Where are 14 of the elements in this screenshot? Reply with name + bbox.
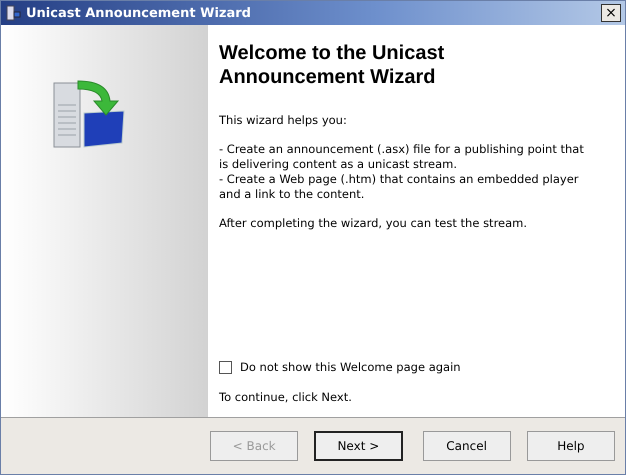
wizard-button[interactable]: Next > bbox=[314, 431, 403, 461]
bullet-text: - Create an announcement (.asx) file for a publishing point that is delivering content as a unicast stream. bbox=[219, 142, 585, 172]
bullet-text: - Create a Web page (.htm) that contains an embedded player and a link to the content. bbox=[219, 172, 580, 202]
wizard-button[interactable]: Help bbox=[526, 431, 615, 461]
window-title: Unicast Announcement Wizard bbox=[26, 6, 252, 20]
outro-text: After completing the wizard, you can test the stream. bbox=[219, 216, 528, 231]
close-button[interactable]: × bbox=[601, 4, 621, 22]
intro-text: This wizard helps you: bbox=[219, 113, 348, 128]
continue-text: To continue, click Next. bbox=[219, 390, 353, 405]
wizard-heading: Welcome to the Unicast Announcement Wizard bbox=[219, 41, 446, 89]
checkbox[interactable] bbox=[219, 360, 232, 374]
checkbox-label[interactable]: Do not show this Welcome page again bbox=[240, 360, 461, 374]
server-icon bbox=[5, 5, 21, 21]
wizard-button[interactable]: Cancel bbox=[422, 431, 511, 461]
